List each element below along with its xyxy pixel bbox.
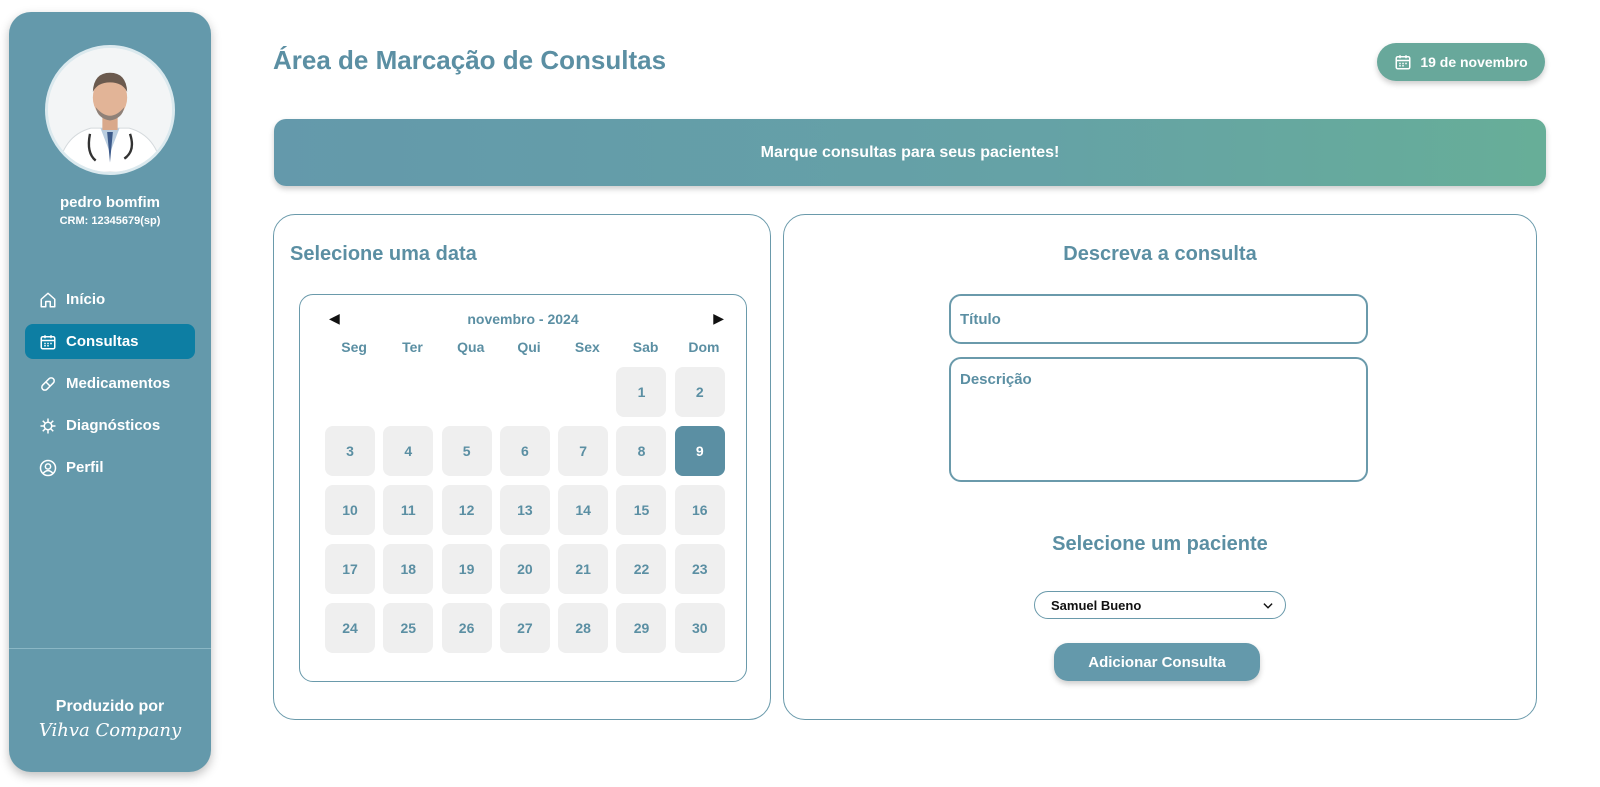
patient-select[interactable]: Samuel Bueno xyxy=(1034,591,1286,619)
sidebar: pedro bomfim CRM: 12345679(sp) Início Co… xyxy=(9,12,211,772)
calendar-week-row: 17 18 19 20 21 22 23 xyxy=(325,544,735,603)
calendar-day[interactable]: 3 xyxy=(325,426,375,476)
calendar-day[interactable]: 12 xyxy=(441,485,492,535)
sidebar-item-label: Consultas xyxy=(66,333,139,350)
calendar-weekdays: Seg Ter Qua Qui Sex Sab Dom xyxy=(325,339,733,355)
calendar-day[interactable]: 11 xyxy=(383,485,434,535)
next-month-button[interactable]: ▶ xyxy=(713,310,724,327)
consultation-form-card: Descreva a consulta Selecione um pacient… xyxy=(783,214,1537,720)
chevron-down-icon xyxy=(1263,603,1273,609)
page-title: Área de Marcação de Consultas xyxy=(273,45,667,75)
calendar-month-label: novembro - 2024 xyxy=(467,311,579,327)
calendar: ◀ novembro - 2024 ▶ Seg Ter Qua Qui Sex Sab Do… xyxy=(299,294,747,682)
avatar xyxy=(45,45,175,175)
calendar-day[interactable]: 29 xyxy=(616,603,667,653)
footer-label: Produzido por xyxy=(55,698,165,715)
calendar-week-row: 12 xyxy=(325,367,735,426)
calendar-day[interactable]: 28 xyxy=(558,603,609,653)
calendar-header: ◀ novembro - 2024 ▶ xyxy=(300,309,746,329)
pill-icon xyxy=(41,376,55,391)
sidebar-item-medicamentos[interactable]: Medicamentos xyxy=(25,366,195,401)
weekday-label: Seg xyxy=(341,339,367,355)
calendar-week-row: 3456789 xyxy=(325,426,735,485)
weekday-label: Qui xyxy=(517,339,541,355)
weekday-label: Ter xyxy=(402,339,423,355)
calendar-day[interactable]: 30 xyxy=(674,603,725,653)
info-banner: Marque consultas para seus pacientes! xyxy=(274,119,1546,186)
calendar-day[interactable]: 26 xyxy=(441,603,492,653)
calendar-day[interactable]: 10 xyxy=(325,485,375,535)
calendar-day[interactable]: 4 xyxy=(383,426,434,476)
user-crm: CRM: 12345679(sp) xyxy=(59,215,161,227)
user-name: pedro bomfim xyxy=(60,194,160,211)
sidebar-item-consultas[interactable]: Consultas xyxy=(25,324,195,359)
calendar-day-selected[interactable]: 9 xyxy=(674,426,725,476)
calendar-day[interactable]: 16 xyxy=(674,485,725,535)
calendar-empty-cell xyxy=(442,367,492,417)
calendar-empty-cell xyxy=(325,367,375,417)
calendar-day[interactable]: 14 xyxy=(558,485,609,535)
sidebar-item-label: Diagnósticos xyxy=(66,417,161,434)
banner-text: Marque consultas para seus pacientes! xyxy=(760,143,1060,161)
date-card-title: Selecione uma data xyxy=(290,243,477,265)
calendar-day[interactable]: 2 xyxy=(674,367,725,417)
date-badge-text: 19 de novembro xyxy=(1420,54,1528,70)
calendar-day[interactable]: 5 xyxy=(441,426,492,476)
patient-heading: Selecione um paciente xyxy=(1052,533,1268,555)
weekday-label: Sab xyxy=(632,339,659,355)
add-consultation-button[interactable]: Adicionar Consulta xyxy=(1054,643,1260,681)
sidebar-nav: Início Consultas Medicamentos Diagnóstic… xyxy=(25,282,195,492)
calendar-icon xyxy=(40,334,56,349)
sidebar-item-diagnosticos[interactable]: Diagnósticos xyxy=(25,408,195,443)
calendar-day[interactable]: 17 xyxy=(325,544,375,594)
calendar-day[interactable]: 20 xyxy=(499,544,550,594)
sidebar-item-label: Medicamentos xyxy=(66,375,171,392)
calendar-day[interactable]: 8 xyxy=(616,426,667,476)
weekday-label: Sex xyxy=(574,339,600,355)
calendar-day[interactable]: 1 xyxy=(616,367,667,417)
calendar-day[interactable]: 25 xyxy=(383,603,434,653)
description-textarea[interactable] xyxy=(949,357,1368,482)
sidebar-item-label: Início xyxy=(66,291,106,308)
calendar-day[interactable]: 19 xyxy=(441,544,492,594)
title-input[interactable] xyxy=(949,294,1368,344)
calendar-empty-cell xyxy=(383,367,433,417)
calendar-day[interactable]: 23 xyxy=(674,544,725,594)
calendar-day[interactable]: 13 xyxy=(499,485,550,535)
sidebar-divider xyxy=(9,648,211,649)
sidebar-item-perfil[interactable]: Perfil xyxy=(25,450,195,485)
company-logo: Vihva Company xyxy=(38,720,182,741)
sidebar-item-inicio[interactable]: Início xyxy=(25,282,195,317)
sidebar-item-label: Perfil xyxy=(66,459,104,476)
calendar-grid: 1 2 3 4 5 6 7 8 9 10 11 12 13 14 15 16 17 18 19 20 21 22 23 24 2… xyxy=(325,367,735,662)
calendar-day[interactable]: 21 xyxy=(558,544,609,594)
calendar-day[interactable]: 6 xyxy=(499,426,550,476)
calendar-day[interactable]: 15 xyxy=(616,485,667,535)
home-icon xyxy=(40,292,56,307)
calendar-week-row: 24 25 26 27 28 29 30 xyxy=(325,603,735,662)
date-badge: 19 de novembro xyxy=(1377,43,1545,81)
calendar-empty-cell xyxy=(500,367,550,417)
calendar-day[interactable]: 18 xyxy=(383,544,434,594)
user-circle-icon xyxy=(39,459,57,476)
calendar-icon xyxy=(1395,55,1411,70)
calendar-day[interactable]: 22 xyxy=(616,544,667,594)
calendar-day[interactable]: 24 xyxy=(325,603,375,653)
calendar-week-row: 10 11 12 13 14 15 16 xyxy=(325,485,735,544)
virus-icon xyxy=(40,418,56,433)
calendar-day[interactable]: 7 xyxy=(558,426,609,476)
weekday-label: Dom xyxy=(688,339,720,355)
patient-select-value: Samuel Bueno xyxy=(1051,597,1142,613)
weekday-label: Qua xyxy=(457,339,485,355)
calendar-empty-cell xyxy=(558,367,608,417)
date-selection-card: Selecione uma data ◀ novembro - 2024 ▶ S… xyxy=(273,214,771,720)
form-card-title: Descreva a consulta xyxy=(1063,243,1257,265)
calendar-day[interactable]: 27 xyxy=(499,603,550,653)
